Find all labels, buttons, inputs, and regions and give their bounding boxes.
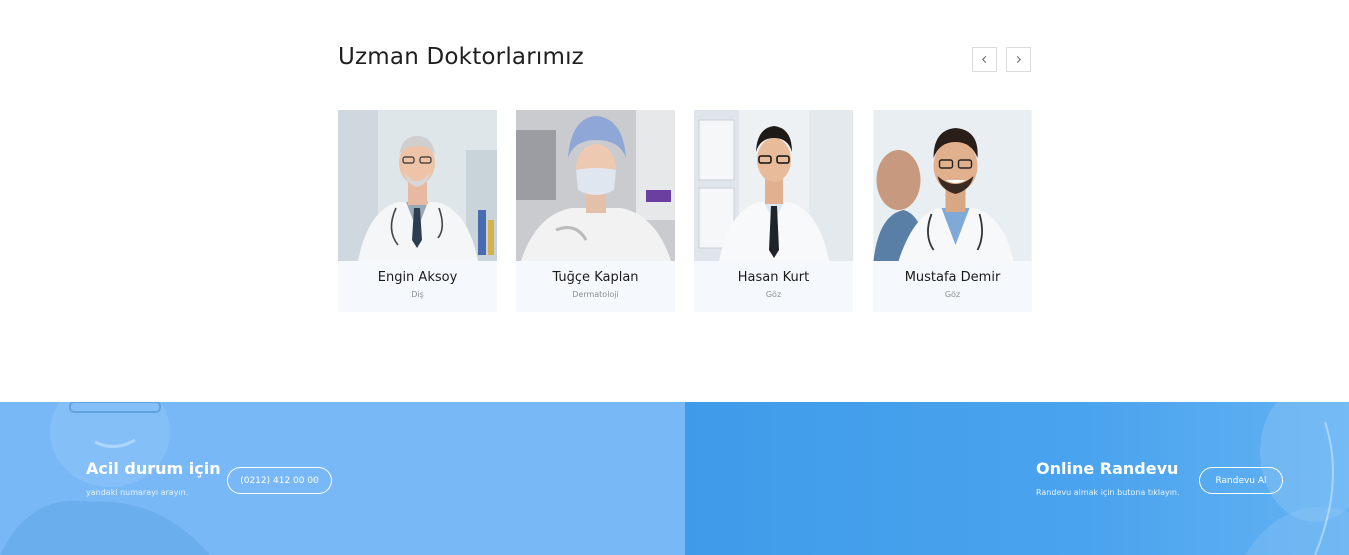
appointment-banner: Online Randevu Randevu almak için butona…: [685, 402, 1349, 555]
doctor-background-image: [0, 402, 210, 555]
doctor-card[interactable]: Mustafa Demir Göz: [873, 110, 1032, 312]
doctor-specialty: Diş: [411, 290, 424, 299]
emergency-title: Acil durum için: [86, 459, 221, 478]
doctor-card[interactable]: Hasan Kurt Göz: [694, 110, 853, 312]
appointment-subtitle: Randevu almak için butona tıklayın.: [1036, 488, 1180, 497]
carousel-prev-button[interactable]: [972, 47, 997, 72]
doctor-specialty: Dermatoloji: [572, 290, 619, 299]
doctor-photo: [338, 110, 497, 261]
appointment-button[interactable]: Randevu Al: [1199, 467, 1283, 494]
doctor-carousel: Engin Aksoy Diş Tuğçe Kaplan Dermatoloji…: [338, 110, 1032, 312]
section-title: Uzman Doktorlarımız: [338, 44, 584, 70]
doctor-photo: [516, 110, 675, 261]
doctor-card[interactable]: Engin Aksoy Diş: [338, 110, 497, 312]
doctor-specialty: Göz: [765, 290, 782, 299]
page: Uzman Doktorlarımız Engin Aksoy Diş Tuğç…: [0, 0, 1349, 555]
phone-button[interactable]: (0212) 412 00 00: [227, 467, 332, 494]
chevron-right-icon: [1016, 55, 1022, 64]
carousel-next-button[interactable]: [1006, 47, 1031, 72]
doctor-name: Tuğçe Kaplan: [552, 270, 639, 285]
appointment-title: Online Randevu: [1036, 459, 1179, 478]
doctor-photo: [694, 110, 853, 261]
chevron-left-icon: [981, 55, 987, 64]
doctor-photo: [873, 110, 1032, 261]
emergency-banner: Acil durum için yandaki numarayı arayın.…: [0, 402, 685, 555]
doctor-name: Engin Aksoy: [377, 270, 458, 285]
doctor-specialty: Göz: [944, 290, 961, 299]
doctor-card[interactable]: Tuğçe Kaplan Dermatoloji: [516, 110, 675, 312]
doctor-name: Mustafa Demir: [904, 270, 1001, 285]
doctor-name: Hasan Kurt: [737, 270, 810, 285]
emergency-subtitle: yandaki numarayı arayın.: [86, 488, 189, 497]
